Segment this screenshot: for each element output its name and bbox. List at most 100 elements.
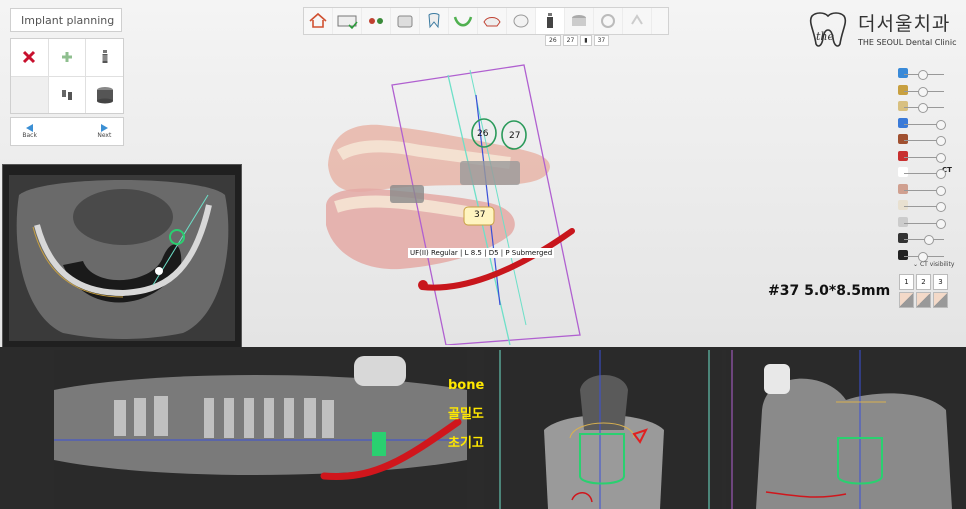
ct-visibility-toggle[interactable]: ⌄ CT visibility	[913, 261, 954, 268]
view-layout-button-2[interactable]: 2	[916, 274, 931, 290]
slider-knob[interactable]	[918, 103, 928, 113]
tooth-tag-27: 27	[509, 131, 521, 141]
slider-row-5	[880, 134, 950, 146]
toolbar-step-10[interactable]	[565, 8, 594, 34]
slider-knob[interactable]	[918, 86, 928, 97]
slider-knob[interactable]	[936, 218, 946, 229]
tooth-tab[interactable]: 37	[593, 35, 610, 46]
implant-library-button[interactable]	[86, 39, 123, 76]
pin-icon	[898, 68, 908, 78]
slider-knob[interactable]	[936, 185, 946, 196]
slider-row-3	[880, 101, 950, 113]
svg-text:the: the	[816, 30, 835, 43]
add-implant-button[interactable]	[48, 39, 86, 76]
slider-knob[interactable]	[936, 152, 946, 163]
arrow-left-icon	[26, 124, 34, 132]
next-button[interactable]: Next	[86, 118, 123, 145]
sun-icon	[898, 233, 908, 243]
panoramic-ct-view[interactable]	[54, 350, 467, 509]
tooth-icon	[428, 13, 440, 29]
toolbar-step-8[interactable]	[507, 8, 536, 34]
implant-icon	[102, 50, 108, 64]
3d-model-view[interactable]	[300, 55, 600, 345]
slider-row-8	[880, 183, 950, 196]
red-x-icon	[23, 51, 36, 64]
implant-spec-label: UF(II) Regular | L 8.5 | D5 | P Submerge…	[408, 248, 555, 258]
tooth-tag-37: 37	[474, 210, 486, 220]
view-layout-button-4[interactable]	[899, 292, 914, 308]
sleeve-button[interactable]	[86, 76, 123, 113]
toolbar-step-2[interactable]	[333, 8, 362, 34]
slider-row-7	[880, 167, 950, 179]
slider-row-10	[880, 216, 950, 229]
guide-icon	[601, 14, 615, 28]
align-icon	[369, 18, 383, 24]
toolbar-step-6[interactable]	[449, 8, 478, 34]
slider-knob[interactable]	[918, 251, 928, 262]
slider-knob[interactable]	[918, 70, 928, 80]
panel-title: Implant planning	[10, 8, 122, 32]
slider-row-12	[880, 249, 950, 262]
clinic-logo-icon: the	[809, 12, 847, 47]
axial-ct-view[interactable]	[2, 164, 242, 348]
back-label: Back	[22, 132, 37, 139]
view-layout-button-3[interactable]: 3	[933, 274, 948, 290]
ct-icon	[898, 167, 908, 177]
abutment-icon	[61, 89, 72, 100]
slider-knob[interactable]	[936, 169, 946, 179]
crown-icon	[483, 17, 501, 27]
export-icon	[631, 14, 643, 25]
crown2-icon	[898, 183, 908, 194]
slider-row-6	[880, 150, 950, 163]
view-layout-button-6[interactable]	[933, 292, 948, 308]
implant-size-label: #37 5.0*8.5mm	[768, 283, 891, 299]
tooth-tag-26: 26	[477, 129, 489, 139]
toolbar-step-5[interactable]	[420, 8, 449, 34]
toolbar-step-9[interactable]	[536, 8, 565, 34]
toolbar-step-12[interactable]	[623, 8, 652, 34]
ct-visibility-label: CT visibility	[919, 261, 955, 268]
slider-knob[interactable]	[936, 119, 946, 130]
slider-row-1	[880, 68, 950, 80]
tooth-tabs: 26 27 ▮ 37	[545, 35, 610, 46]
green-plus-icon	[61, 52, 72, 63]
tooth-tab[interactable]: 27	[562, 35, 579, 46]
canal-icon	[898, 150, 908, 161]
delete-implant-button[interactable]	[11, 39, 48, 76]
slider-row-2	[880, 84, 950, 97]
view-layout-grid: 123	[899, 274, 948, 308]
abutment-button[interactable]	[48, 76, 86, 113]
sleeve-icon	[898, 134, 908, 144]
toolbar-step-3[interactable]	[362, 8, 391, 34]
model-icon	[397, 15, 413, 28]
toolbar-step-7[interactable]	[478, 8, 507, 34]
implant-icon	[898, 216, 908, 227]
back-button[interactable]: Back	[11, 118, 48, 145]
next-label: Next	[97, 132, 112, 139]
view-layout-button-5[interactable]	[916, 292, 931, 308]
clinic-subtitle: THE SEOUL Dental Clinic	[858, 38, 957, 47]
cross-section-ct-view-1[interactable]	[484, 350, 722, 509]
slider-knob[interactable]	[936, 202, 946, 212]
slider-row-4	[880, 117, 950, 130]
slider-knob[interactable]	[924, 235, 934, 245]
gum-icon	[898, 200, 908, 210]
crown-icon	[898, 101, 908, 111]
clinic-name: 더서울치과	[858, 13, 951, 35]
toolbar-step-1[interactable]	[304, 8, 333, 34]
tooth-shape-icon	[513, 14, 529, 28]
view-layout-button-1[interactable]: 1	[899, 274, 914, 290]
cross-section-ct-view-2[interactable]	[726, 350, 966, 509]
tooth-tab[interactable]: 26	[545, 35, 561, 46]
sleeve-step-icon	[572, 15, 586, 26]
implant-step-icon	[547, 13, 553, 28]
arrow-right-icon	[100, 124, 108, 132]
workflow-toolbar	[303, 7, 669, 35]
toolbar-step-4[interactable]	[391, 8, 420, 34]
contrast-icon	[898, 249, 908, 260]
tooth-tab[interactable]: ▮	[580, 35, 592, 46]
nav-box: Back Next	[10, 117, 124, 146]
slider-knob[interactable]	[936, 136, 946, 146]
toolbar-step-11[interactable]	[594, 8, 623, 34]
